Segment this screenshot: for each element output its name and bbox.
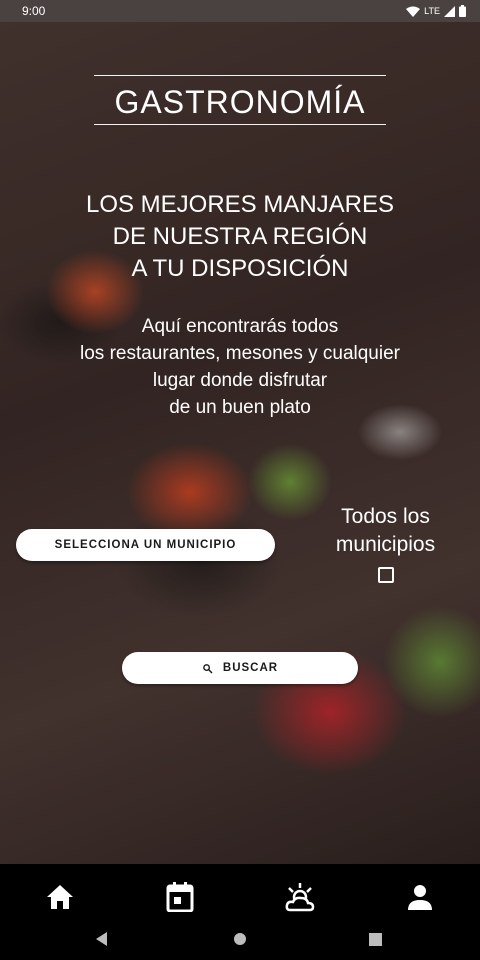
headline-line: DE NUESTRA REGIÓN — [112, 223, 368, 250]
headline-line: LOS MEJORES MANJARES — [85, 191, 395, 218]
status-icons: LTE — [406, 5, 466, 17]
person-icon — [408, 885, 432, 910]
page-title: GASTRONOMÍA — [114, 84, 366, 120]
background-overlay — [0, 22, 480, 864]
nav-weather[interactable] — [270, 877, 330, 917]
description-line: Aquí encontrarás todos — [141, 316, 339, 337]
system-back-button[interactable] — [96, 932, 108, 946]
search-label: BUSCAR — [222, 662, 279, 674]
weather-icon — [285, 883, 315, 912]
description-line: los restaurantes, mesones y cualquier — [80, 343, 400, 364]
home-circle-icon — [234, 933, 246, 945]
search-button[interactable]: BUSCAR — [122, 652, 358, 684]
back-icon — [96, 932, 107, 946]
title-divider-top — [94, 75, 386, 76]
wifi-icon — [406, 6, 421, 17]
headline-line: A TU DISPOSICIÓN — [131, 255, 349, 282]
system-recents-button[interactable] — [369, 932, 382, 946]
description-line: de un buen plato — [169, 397, 311, 418]
select-municipality-button[interactable]: SELECCIONA UN MUNICIPIO — [16, 529, 275, 561]
status-time: 9:00 — [22, 4, 46, 18]
status-bar: 9:00 LTE — [0, 0, 480, 22]
calendar-icon — [166, 882, 194, 912]
headline: LOS MEJORES MANJARES DE NUESTRA REGIÓN A… — [0, 189, 480, 285]
select-municipality-label: SELECCIONA UN MUNICIPIO — [54, 539, 237, 551]
nav-home[interactable] — [30, 877, 90, 917]
search-icon — [203, 663, 213, 673]
nav-calendar[interactable] — [150, 877, 210, 917]
signal-icon — [444, 5, 455, 17]
battery-icon — [459, 5, 466, 17]
description-line: lugar donde disfrutar — [152, 370, 328, 391]
network-type: LTE — [424, 6, 440, 16]
system-home-button[interactable] — [233, 932, 247, 946]
home-icon — [47, 885, 73, 909]
system-navigation — [0, 918, 480, 960]
all-municipalities-line: Todos los — [341, 505, 430, 528]
all-municipalities-line: municipios — [335, 533, 436, 556]
description: Aquí encontrarás todos los restaurantes,… — [0, 313, 480, 421]
title-divider-bottom — [94, 124, 386, 125]
all-municipalities-checkbox[interactable] — [378, 567, 394, 583]
nav-profile[interactable] — [390, 877, 450, 917]
recents-icon — [369, 932, 382, 946]
all-municipalities-label: Todos los municipios — [318, 503, 453, 559]
